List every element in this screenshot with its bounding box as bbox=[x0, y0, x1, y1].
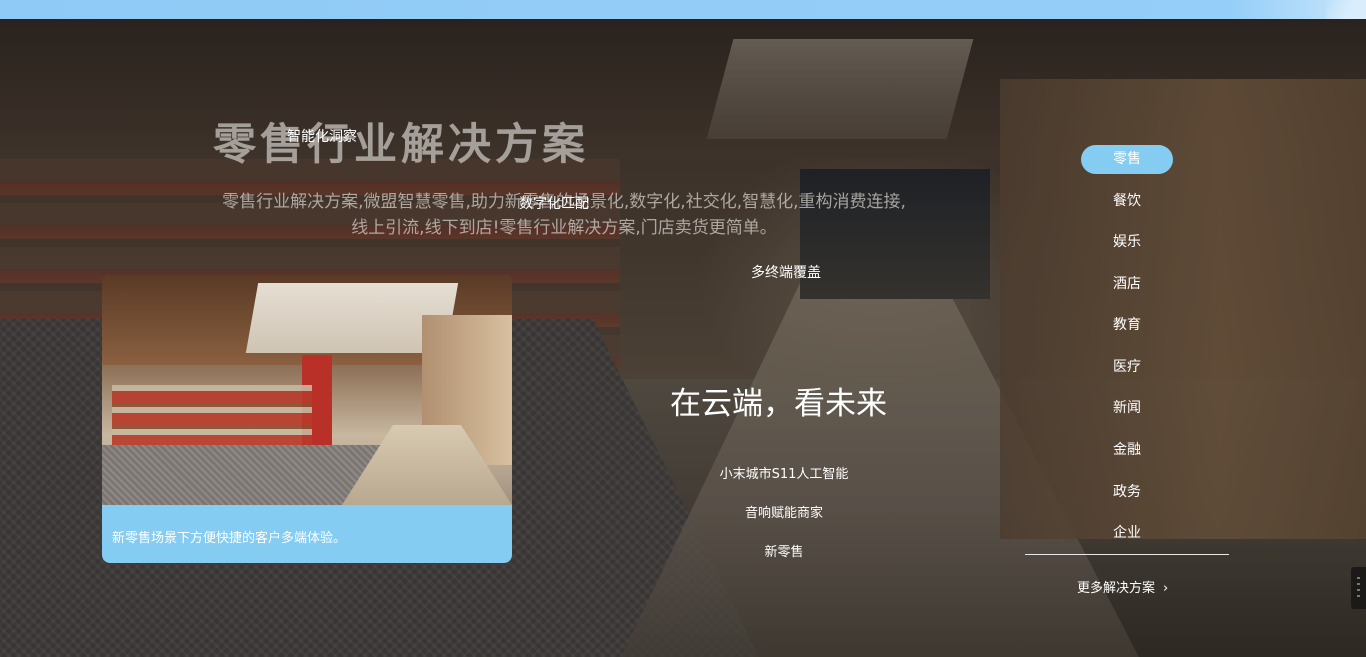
side-nav-item-enterprise[interactable]: 企业 bbox=[1081, 519, 1173, 548]
card-caption: 新零售场景下方便快捷的客户多端体验。 bbox=[112, 531, 347, 546]
floating-label-coverage: 多终端覆盖 bbox=[751, 265, 821, 281]
side-nav-item-entertainment[interactable]: 娱乐 bbox=[1081, 228, 1173, 257]
side-nav-item-hotel[interactable]: 酒店 bbox=[1081, 270, 1173, 299]
cloud-slogan: 在云端，看未来 bbox=[670, 386, 887, 422]
side-nav-item-government[interactable]: 政务 bbox=[1081, 478, 1173, 507]
chevron-right-icon: › bbox=[1163, 581, 1169, 596]
side-nav-item-finance[interactable]: 金融 bbox=[1081, 436, 1173, 465]
more-solutions-link[interactable]: 更多解决方案 › bbox=[1077, 577, 1168, 596]
side-scroll-widget[interactable] bbox=[1351, 567, 1366, 609]
side-nav-item-education[interactable]: 教育 bbox=[1081, 311, 1173, 340]
side-nav-item-catering[interactable]: 餐饮 bbox=[1081, 187, 1173, 216]
top-strip bbox=[0, 0, 1366, 19]
floating-label-match: 数字化匹配 bbox=[519, 196, 589, 212]
center-link-audio[interactable]: 音响赋能商家 bbox=[684, 502, 884, 521]
card-image bbox=[102, 275, 512, 505]
floating-label-insight: 智能化洞察 bbox=[287, 129, 357, 145]
center-link-ai[interactable]: 小末城市S11人工智能 bbox=[684, 463, 884, 482]
side-nav-item-news[interactable]: 新闻 bbox=[1081, 394, 1173, 423]
center-link-new-retail[interactable]: 新零售 bbox=[684, 541, 884, 560]
side-nav-item-retail[interactable]: 零售 bbox=[1081, 145, 1173, 174]
side-nav-divider bbox=[1025, 554, 1229, 555]
more-solutions-label: 更多解决方案 bbox=[1077, 581, 1156, 596]
page-title: 零售行业解决方案 bbox=[213, 120, 589, 170]
side-nav-item-medical[interactable]: 医疗 bbox=[1081, 353, 1173, 382]
solution-card[interactable]: 新零售场景下方便快捷的客户多端体验。 bbox=[102, 275, 512, 563]
